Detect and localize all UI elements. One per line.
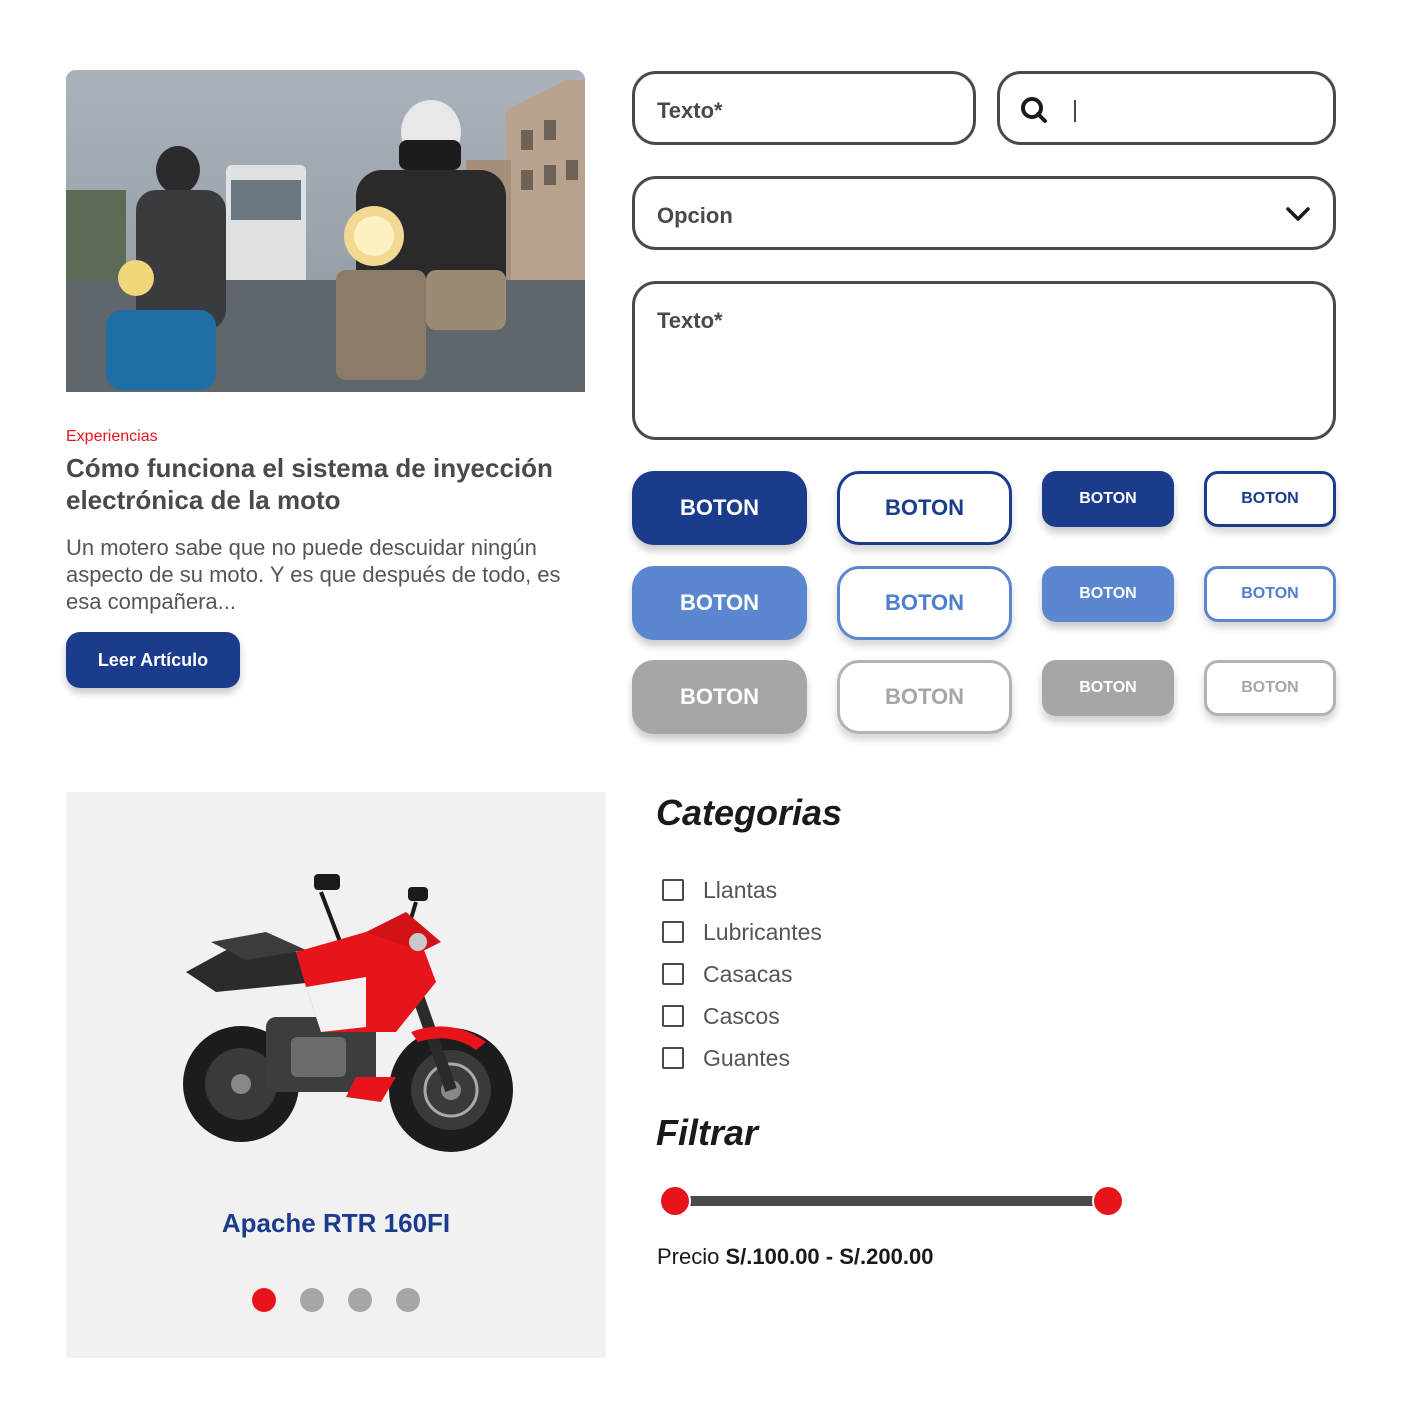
hover-button-large[interactable]: BOTON: [632, 566, 807, 640]
article-category[interactable]: Experiencias: [66, 428, 158, 446]
checkbox[interactable]: [662, 921, 684, 943]
text-cursor: [1074, 100, 1076, 122]
category-label: Guantes: [703, 1044, 790, 1071]
hover-outline-button-large[interactable]: BOTON: [837, 566, 1012, 640]
carousel-dot-3[interactable]: [348, 1288, 372, 1312]
product-card[interactable]: Apache RTR 160FI: [66, 792, 606, 1358]
disabled-button-large[interactable]: BOTON: [632, 660, 807, 734]
text-input-label: Texto*: [657, 98, 723, 123]
max-price: S/.200.00: [839, 1244, 934, 1269]
price-label: Precio: [657, 1244, 720, 1269]
primary-button-small[interactable]: BOTON: [1042, 471, 1174, 527]
checkbox[interactable]: [662, 879, 684, 901]
textarea-field[interactable]: Texto*: [632, 281, 1336, 440]
slider-min-handle[interactable]: [659, 1185, 691, 1217]
category-label: Llantas: [703, 876, 778, 903]
select-value: Opcion: [657, 203, 733, 228]
checkbox[interactable]: [662, 1047, 684, 1069]
category-item-guantes[interactable]: Guantes: [662, 1044, 790, 1072]
filter-title: Filtrar: [656, 1112, 759, 1153]
category-item-cascos[interactable]: Cascos: [662, 1002, 780, 1030]
article-image: [66, 70, 585, 392]
disabled-outline-button-large[interactable]: BOTON: [837, 660, 1012, 734]
category-item-casacas[interactable]: Casacas: [662, 960, 792, 988]
price-range-text: Precio S/.100.00 - S/.200.00: [657, 1244, 933, 1270]
carousel-dot-1[interactable]: [252, 1288, 276, 1312]
category-label: Casacas: [703, 960, 793, 987]
search-input[interactable]: [997, 71, 1336, 145]
read-article-button[interactable]: Leer Artículo: [66, 632, 240, 688]
carousel-dot-4[interactable]: [396, 1288, 420, 1312]
category-label: Cascos: [703, 1002, 780, 1029]
article-title[interactable]: Cómo funciona el sistema de inyección el…: [66, 452, 566, 516]
disabled-outline-button-small[interactable]: BOTON: [1204, 660, 1336, 716]
categories-title: Categorias: [656, 792, 843, 833]
category-item-llantas[interactable]: Llantas: [662, 876, 777, 904]
price-range-slider[interactable]: [675, 1196, 1108, 1206]
product-image: [183, 874, 513, 1152]
category-item-lubricantes[interactable]: Lubricantes: [662, 918, 822, 946]
primary-outline-button-small[interactable]: BOTON: [1204, 471, 1336, 527]
checkbox[interactable]: [662, 963, 684, 985]
product-name[interactable]: Apache RTR 160FI: [66, 1208, 606, 1239]
carousel-dot-2[interactable]: [300, 1288, 324, 1312]
slider-max-handle[interactable]: [1092, 1185, 1124, 1217]
primary-outline-button-large[interactable]: BOTON: [837, 471, 1012, 545]
text-input[interactable]: Texto*: [632, 71, 976, 145]
price-separator: -: [825, 1244, 834, 1269]
search-icon: [1021, 97, 1047, 123]
chevron-down-icon: [1286, 207, 1310, 221]
disabled-button-small[interactable]: BOTON: [1042, 660, 1174, 716]
primary-button-large[interactable]: BOTON: [632, 471, 807, 545]
category-label: Lubricantes: [703, 918, 822, 945]
checkbox[interactable]: [662, 1005, 684, 1027]
hover-button-small[interactable]: BOTON: [1042, 566, 1174, 622]
option-select[interactable]: Opcion: [632, 176, 1336, 250]
min-price: S/.100.00: [725, 1244, 820, 1269]
hover-outline-button-small[interactable]: BOTON: [1204, 566, 1336, 622]
textarea-label: Texto*: [657, 308, 723, 333]
article-excerpt: Un motero sabe que no puede descuidar ni…: [66, 535, 561, 614]
